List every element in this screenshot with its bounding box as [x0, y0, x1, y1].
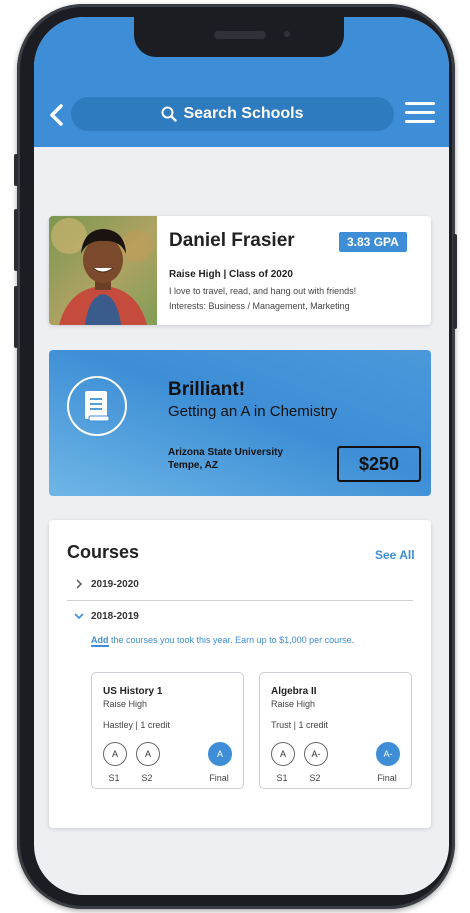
- see-all-link[interactable]: See All: [375, 548, 415, 562]
- add-courses-prompt: Add the courses you took this year. Earn…: [91, 635, 355, 647]
- year-label: 2018-2019: [91, 610, 139, 622]
- grade-label-final: Final: [209, 773, 229, 783]
- profile-photo: [49, 216, 157, 325]
- power-button: [453, 234, 457, 329]
- side-button: [14, 154, 18, 186]
- divider: [67, 600, 413, 601]
- grade-label-s2: S2: [309, 773, 321, 783]
- year-label: 2019-2020: [91, 578, 139, 590]
- grade-s1: A: [103, 742, 127, 766]
- search-label: Search Schools: [183, 105, 304, 122]
- app-screen: Search Schools Daniel Frasier 3.83 GPA R…: [34, 17, 449, 895]
- back-button[interactable]: [44, 101, 70, 129]
- phone-notch: [134, 17, 344, 57]
- student-name: Daniel Frasier: [169, 230, 295, 251]
- course-teacher: Trust | 1 credit: [271, 720, 329, 730]
- grade-s1: A: [271, 742, 295, 766]
- course-school: Raise High: [103, 699, 148, 709]
- camera: [284, 31, 290, 37]
- speaker: [214, 31, 266, 39]
- student-school: Raise High | Class of 2020: [169, 269, 293, 280]
- award-title: Brilliant!: [168, 379, 246, 400]
- course-card-us-history[interactable]: US History 1 Raise High Hastley | 1 cred…: [91, 672, 244, 789]
- award-amount: $250: [337, 446, 421, 482]
- course-card-algebra-ii[interactable]: Algebra II Raise High Trust | 1 credit A…: [259, 672, 412, 789]
- gpa-badge: 3.83 GPA: [339, 232, 407, 252]
- course-school: Raise High: [271, 699, 316, 709]
- grade-s2: A: [136, 742, 160, 766]
- course-teacher: Hastley | 1 credit: [103, 720, 170, 730]
- profile-card[interactable]: Daniel Frasier 3.83 GPA Raise High | Cla…: [49, 216, 431, 325]
- grade-final: A-: [376, 742, 400, 766]
- volume-up-button: [14, 209, 18, 271]
- courses-card: Courses See All 2019-2020 2018-2019 Add …: [49, 520, 431, 828]
- add-courses-text: the courses you took this year. Earn up …: [108, 635, 355, 645]
- award-university: Arizona State University Tempe, AZ: [168, 446, 283, 472]
- course-title: Algebra II: [271, 686, 317, 697]
- student-interests: Interests: Business / Management, Market…: [169, 301, 350, 311]
- university-name: Arizona State University: [168, 447, 284, 458]
- university-location: Tempe, AZ: [168, 460, 219, 471]
- hamburger-menu-icon[interactable]: [405, 102, 435, 126]
- grade-final: A: [208, 742, 232, 766]
- search-icon: [161, 106, 178, 122]
- grade-label-s1: S1: [108, 773, 120, 783]
- chevron-down-icon: [74, 613, 84, 620]
- grade-s2: A-: [304, 742, 328, 766]
- award-card[interactable]: Brilliant! Getting an A in Chemistry Ari…: [49, 350, 431, 496]
- grade-label-final: Final: [377, 773, 397, 783]
- award-subtitle: Getting an A in Chemistry: [168, 403, 338, 420]
- book-icon: [67, 376, 127, 436]
- search-schools-button[interactable]: Search Schools: [71, 97, 394, 131]
- year-toggle-2018-2019[interactable]: 2018-2019: [73, 610, 139, 622]
- year-toggle-2019-2020[interactable]: 2019-2020: [73, 578, 139, 590]
- grade-label-s2: S2: [141, 773, 153, 783]
- courses-title: Courses: [67, 542, 140, 562]
- grade-label-s1: S1: [276, 773, 288, 783]
- add-courses-link[interactable]: Add: [91, 635, 109, 647]
- chevron-right-icon: [76, 579, 82, 589]
- volume-down-button: [14, 286, 18, 348]
- bottom-safe-area: [34, 867, 449, 895]
- student-bio: I love to travel, read, and hang out wit…: [169, 286, 357, 296]
- chevron-left-icon: [50, 104, 63, 126]
- course-title: US History 1: [103, 686, 163, 697]
